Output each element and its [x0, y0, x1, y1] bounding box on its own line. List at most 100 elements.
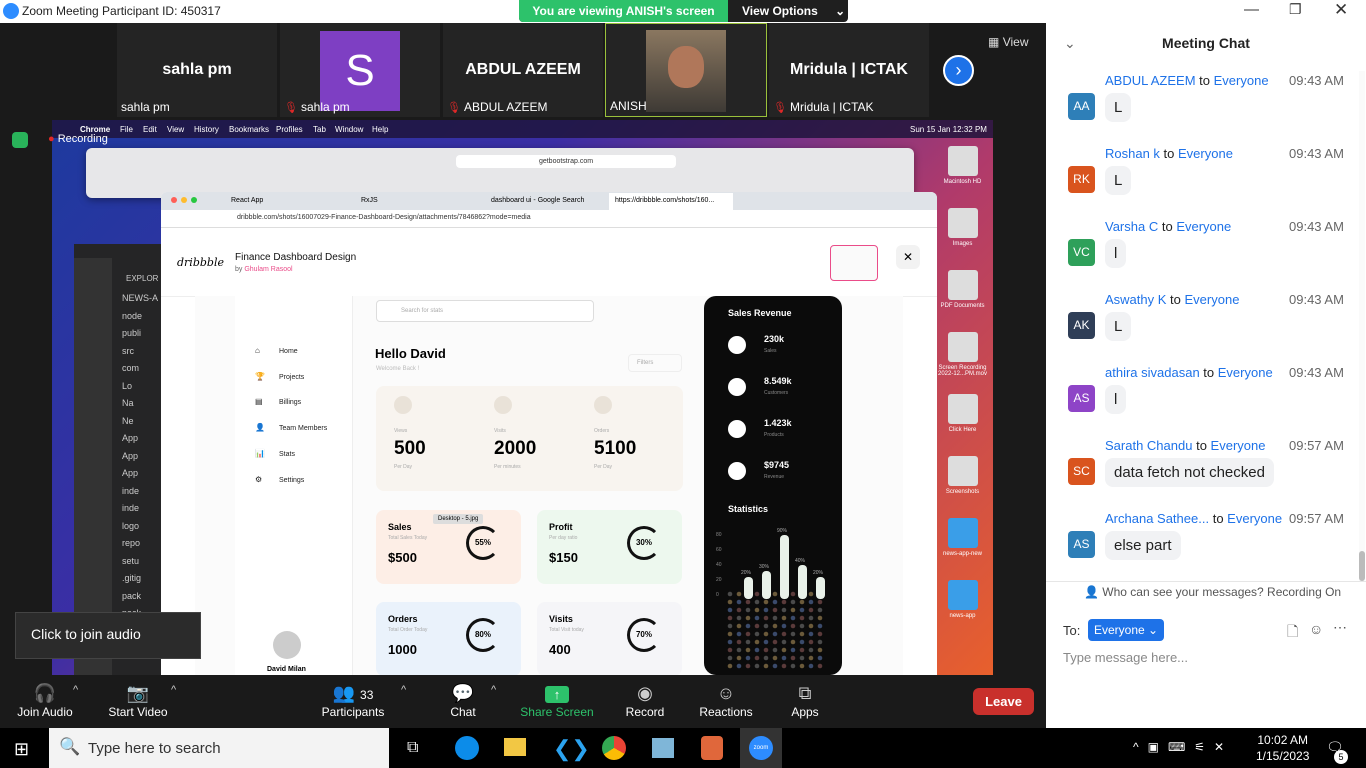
- chat-chevron-icon[interactable]: ^: [491, 684, 496, 696]
- sender-name[interactable]: Sarath Chandu: [1105, 438, 1192, 453]
- browser-tab[interactable]: RxJS: [361, 197, 378, 204]
- chrome-icon[interactable]: [602, 736, 626, 760]
- file-icon[interactable]: 🗋: [1287, 621, 1298, 645]
- explorer-item[interactable]: publi: [122, 325, 158, 343]
- sender-name[interactable]: Aswathy K: [1105, 292, 1166, 307]
- participant-tile[interactable]: Mridula | ICTAK 🎙 Mridula | ICTAK: [769, 23, 929, 117]
- desktop-icon[interactable]: Images: [932, 208, 993, 247]
- message-bubble[interactable]: else part: [1105, 531, 1181, 560]
- chat-input[interactable]: Type message here...: [1063, 650, 1188, 665]
- emoji-icon[interactable]: ☺: [1309, 621, 1323, 637]
- message-bubble[interactable]: L: [1105, 166, 1132, 195]
- zoom-taskbar-item[interactable]: zoom: [740, 728, 782, 768]
- filters-button[interactable]: Filters: [628, 354, 682, 372]
- edge-icon[interactable]: [455, 736, 479, 760]
- participants-button[interactable]: 👥 33 Participants: [316, 683, 390, 719]
- scrollbar-thumb[interactable]: [1359, 551, 1365, 581]
- explorer-item[interactable]: node: [122, 308, 158, 326]
- message-bubble[interactable]: l: [1105, 239, 1127, 268]
- message-bubble[interactable]: L: [1105, 312, 1132, 341]
- record-button[interactable]: ◉ Record: [620, 683, 670, 719]
- taskbar-search[interactable]: 🔍 Type here to search: [49, 728, 389, 768]
- minimize-dot-icon[interactable]: [181, 197, 187, 203]
- message-bubble[interactable]: L: [1105, 93, 1132, 122]
- desktop-icon[interactable]: PDF Documents: [932, 270, 993, 309]
- audio-options-chevron-icon[interactable]: ^: [73, 684, 78, 696]
- explorer-item[interactable]: .gitig: [122, 570, 158, 588]
- participants-chevron-icon[interactable]: ^: [401, 684, 406, 696]
- view-button[interactable]: ▦ View: [988, 35, 1028, 49]
- sender-name[interactable]: ABDUL AZEEM: [1105, 73, 1196, 88]
- shot-thumbnail[interactable]: [830, 245, 878, 281]
- close-icon[interactable]: ✕: [1334, 0, 1348, 20]
- desktop-icon[interactable]: Screenshots: [932, 456, 993, 495]
- explorer-item[interactable]: Lo: [122, 378, 158, 396]
- address-bar[interactable]: dribbble.com/shots/16007029-Finance-Dash…: [161, 210, 937, 228]
- view-options-button[interactable]: View Options ⌄: [728, 0, 848, 22]
- who-can-see[interactable]: 👤 Who can see your messages? Recording O…: [1084, 585, 1341, 599]
- dash-nav-item[interactable]: ⌂ Home: [255, 346, 298, 355]
- chat-scrollbar[interactable]: [1359, 71, 1365, 581]
- dash-search[interactable]: Search for stats: [376, 300, 594, 322]
- system-tray-icons[interactable]: ^▣⌨⚟✕: [1133, 740, 1233, 754]
- explorer-item[interactable]: App: [122, 448, 158, 466]
- explorer-item[interactable]: logo: [122, 518, 158, 536]
- sender-name[interactable]: Archana Sathee...: [1105, 511, 1209, 526]
- shield-icon[interactable]: [12, 132, 28, 148]
- restore-icon[interactable]: ❐: [1289, 1, 1302, 18]
- participant-tile[interactable]: ABDUL AZEEM 🎙 ABDUL AZEEM: [443, 23, 603, 117]
- explorer-item[interactable]: repo: [122, 535, 158, 553]
- explorer-item[interactable]: pack: [122, 588, 158, 606]
- reactions-button[interactable]: ☺ Reactions: [697, 683, 755, 719]
- taskbar-clock[interactable]: 10:02 AM 1/15/2023: [1256, 732, 1309, 764]
- leave-button[interactable]: Leave: [973, 688, 1034, 715]
- more-icon[interactable]: ⋯: [1333, 619, 1347, 636]
- shot-author[interactable]: by Ghulam Rasool: [235, 266, 293, 273]
- explorer-item[interactable]: inde: [122, 500, 158, 518]
- explorer-item[interactable]: NEWS-A: [122, 290, 158, 308]
- dash-nav-item[interactable]: 🏆 Projects: [255, 372, 304, 381]
- dribbble-logo[interactable]: dribbble: [177, 256, 224, 269]
- recipient-dropdown[interactable]: Everyone ⌄: [1088, 619, 1165, 641]
- video-options-chevron-icon[interactable]: ^: [171, 684, 176, 696]
- dash-nav-item[interactable]: 📊 Stats: [255, 449, 295, 458]
- dash-nav-item[interactable]: ⚙ Settings: [255, 475, 304, 484]
- browser-tab[interactable]: React App: [231, 197, 263, 204]
- participant-tile-active[interactable]: ANISH: [605, 23, 767, 117]
- sender-name[interactable]: athira sivadasan: [1105, 365, 1200, 380]
- explorer-item[interactable]: Ne: [122, 413, 158, 431]
- sender-name[interactable]: Roshan k: [1105, 146, 1160, 161]
- browser-tab[interactable]: dashboard ui - Google Search: [491, 197, 584, 204]
- join-audio-tooltip[interactable]: Click to join audio: [15, 612, 201, 659]
- dash-nav-item[interactable]: ▤ Billings: [255, 397, 301, 406]
- sender-name[interactable]: Varsha C: [1105, 219, 1158, 234]
- join-audio-button[interactable]: 🎧 Join Audio: [10, 683, 80, 719]
- participant-tile[interactable]: S 🎙 sahla pm: [280, 23, 440, 117]
- zoom-dot-icon[interactable]: [191, 197, 197, 203]
- vscode-icon[interactable]: ❮❯: [553, 736, 590, 762]
- task-view-icon[interactable]: ⧉: [407, 739, 418, 757]
- message-bubble[interactable]: l: [1105, 385, 1127, 414]
- explorer-item[interactable]: setu: [122, 553, 158, 571]
- explorer-item[interactable]: App: [122, 430, 158, 448]
- explorer-item[interactable]: Na: [122, 395, 158, 413]
- explorer-item[interactable]: inde: [122, 483, 158, 501]
- desktop-icon[interactable]: news-app-new: [932, 518, 993, 557]
- close-icon[interactable]: ✕: [896, 245, 920, 269]
- dash-nav-item[interactable]: 👤 Team Members: [255, 423, 327, 432]
- next-page-button[interactable]: ›: [943, 55, 974, 86]
- close-dot-icon[interactable]: [171, 197, 177, 203]
- file-explorer-icon[interactable]: [504, 738, 526, 756]
- share-screen-button[interactable]: ↑ Share Screen: [517, 683, 597, 719]
- explorer-item[interactable]: com: [122, 360, 158, 378]
- browser-tab-active[interactable]: https://dribbble.com/shots/160...: [609, 193, 733, 210]
- message-bubble[interactable]: data fetch not checked: [1105, 458, 1274, 487]
- participant-tile[interactable]: sahla pm sahla pm: [117, 23, 277, 117]
- desktop-icon[interactable]: Click Here: [932, 394, 993, 433]
- apps-button[interactable]: ⧉ Apps: [785, 683, 825, 719]
- windows-start-icon[interactable]: ⊞: [14, 739, 29, 760]
- app-icon[interactable]: [652, 738, 674, 758]
- chat-button[interactable]: 💬 Chat: [440, 683, 486, 719]
- start-video-button[interactable]: 📷 Start Video: [102, 683, 174, 719]
- app-icon[interactable]: [701, 736, 723, 760]
